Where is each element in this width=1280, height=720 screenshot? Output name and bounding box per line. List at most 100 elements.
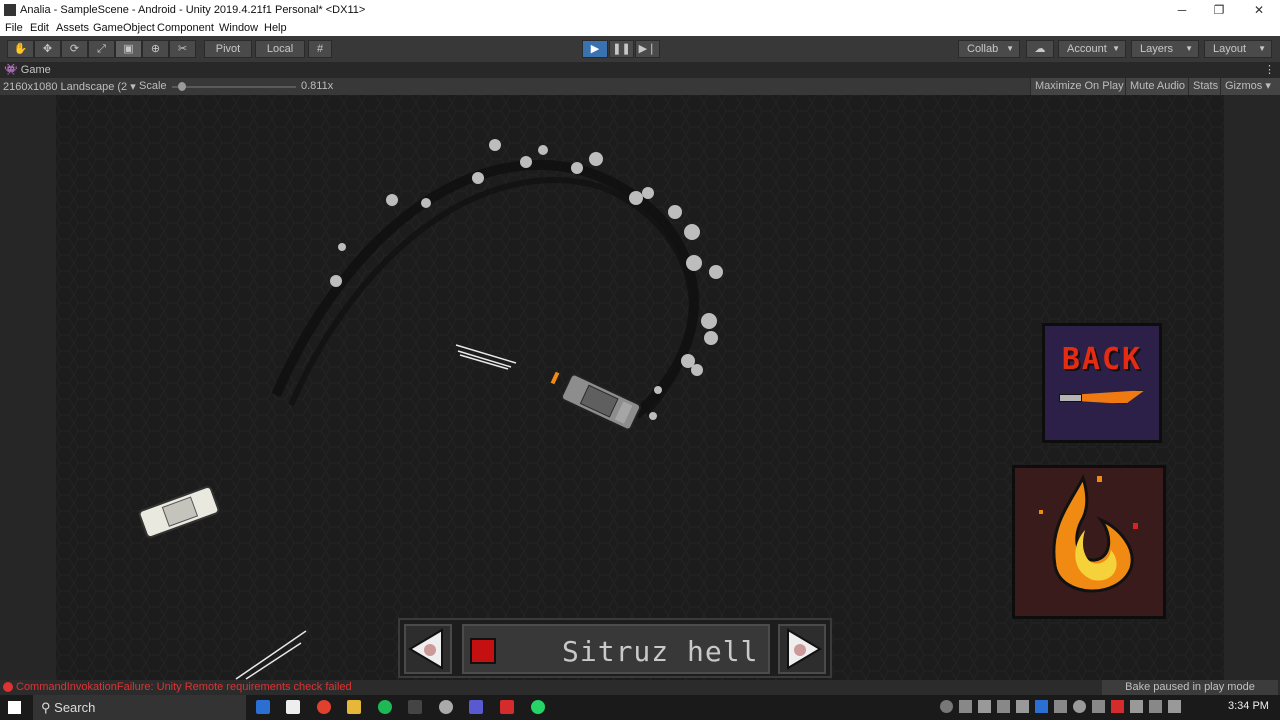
stats-toggle[interactable]: Stats bbox=[1188, 78, 1223, 95]
tray-icon[interactable] bbox=[1092, 700, 1105, 713]
bake-status: Bake paused in play mode bbox=[1102, 680, 1278, 695]
arrow-left-icon bbox=[408, 628, 443, 670]
menu-bar: File Edit Assets GameObject Component Wi… bbox=[0, 20, 1280, 36]
red-app-icon[interactable] bbox=[500, 700, 514, 714]
letterbox-right bbox=[1224, 95, 1280, 680]
play-button[interactable]: ▶ bbox=[582, 40, 608, 58]
hand-tool-icon[interactable]: ✋ bbox=[7, 40, 34, 58]
menu-file[interactable]: File bbox=[5, 22, 23, 34]
transform-tool-icon[interactable]: ⊕ bbox=[142, 40, 169, 58]
steam-icon[interactable] bbox=[256, 700, 270, 714]
windows-start-icon[interactable] bbox=[8, 701, 21, 714]
rotate-tool-icon[interactable]: ⟳ bbox=[61, 40, 88, 58]
search-icon: ⚲ bbox=[41, 700, 51, 715]
error-icon bbox=[3, 682, 13, 692]
chevron-down-icon: ▼ bbox=[1258, 44, 1266, 53]
tray-icon[interactable] bbox=[1073, 700, 1086, 713]
next-car-button[interactable] bbox=[778, 624, 826, 674]
layout-dropdown[interactable]: Layout ▼ bbox=[1204, 40, 1272, 58]
unity-editor-icon[interactable] bbox=[408, 700, 422, 714]
taskbar-search[interactable]: ⚲ Search bbox=[33, 695, 246, 720]
chrome-icon[interactable] bbox=[317, 700, 331, 714]
tab-game[interactable]: 👾 Game bbox=[4, 63, 51, 76]
game-view-toolbar: 2160x1080 Landscape (2 ▾ Scale 0.811x Ma… bbox=[0, 78, 1280, 95]
arrow-right-icon bbox=[787, 628, 822, 670]
chevron-down-icon: ▼ bbox=[1112, 44, 1120, 53]
scale-slider-handle[interactable] bbox=[177, 82, 186, 91]
move-tool-icon[interactable]: ✥ bbox=[34, 40, 61, 58]
volume-icon[interactable] bbox=[1149, 700, 1162, 713]
custom-tool-icon[interactable]: ✂ bbox=[169, 40, 196, 58]
scale-label: Scale bbox=[139, 80, 167, 92]
tray-icon[interactable] bbox=[997, 700, 1010, 713]
search-placeholder: Search bbox=[54, 700, 96, 715]
taskbar-clock[interactable]: 3:34 PM bbox=[1228, 700, 1269, 712]
car-color-swatch bbox=[470, 638, 496, 664]
back-button[interactable]: BACK bbox=[1042, 323, 1162, 443]
bluetooth-icon[interactable] bbox=[1035, 700, 1048, 713]
gizmos-label: Gizmos bbox=[1225, 80, 1263, 92]
previous-car-button[interactable] bbox=[404, 624, 452, 674]
menu-component[interactable]: Component bbox=[157, 22, 214, 34]
unity-app-icon bbox=[4, 4, 16, 16]
step-button[interactable]: ▶❘ bbox=[635, 40, 660, 58]
menu-help[interactable]: Help bbox=[264, 22, 287, 34]
file-explorer-icon[interactable] bbox=[347, 700, 361, 714]
flaming-knife-icon bbox=[1081, 390, 1145, 404]
windows-taskbar: ⚲ Search 3:34 PM bbox=[0, 695, 1280, 720]
layers-dropdown[interactable]: Layers ▼ bbox=[1131, 40, 1199, 58]
tray-icon[interactable] bbox=[959, 700, 972, 713]
grid-snap-icon[interactable]: # bbox=[308, 40, 332, 58]
wifi-icon[interactable] bbox=[1130, 700, 1143, 713]
mute-audio-toggle[interactable]: Mute Audio bbox=[1125, 78, 1190, 95]
game-viewport[interactable]: BACK bbox=[56, 95, 1224, 680]
letterbox-left bbox=[0, 95, 56, 680]
menu-gameobject[interactable]: GameObject bbox=[93, 22, 155, 34]
resolution-dropdown[interactable]: 2160x1080 Landscape (2 ▾ bbox=[3, 80, 136, 93]
tab-game-label: Game bbox=[20, 64, 51, 76]
menu-window[interactable]: Window bbox=[219, 22, 258, 34]
car-name: Sitruz hell bbox=[562, 635, 759, 668]
minimize-button[interactable]: ─ bbox=[1168, 2, 1196, 18]
close-button[interactable]: ✕ bbox=[1245, 2, 1273, 18]
tray-icon[interactable] bbox=[1016, 700, 1029, 713]
tray-icon[interactable] bbox=[940, 700, 953, 713]
maximize-button[interactable]: ❐ bbox=[1205, 2, 1233, 18]
scale-value: 0.811x bbox=[301, 80, 334, 92]
account-dropdown[interactable]: Account ▼ bbox=[1058, 40, 1126, 58]
window-title: Analia - SampleScene - Android - Unity 2… bbox=[20, 4, 366, 16]
tray-icon[interactable] bbox=[1054, 700, 1067, 713]
obs-icon[interactable] bbox=[439, 700, 453, 714]
knife-handle-icon bbox=[1059, 394, 1083, 402]
menu-assets[interactable]: Assets bbox=[56, 22, 89, 34]
scale-slider-track[interactable] bbox=[172, 86, 296, 88]
tray-icon[interactable] bbox=[1111, 700, 1124, 713]
resolution-label: 2160x1080 Landscape (2 bbox=[3, 81, 128, 93]
error-message[interactable]: CommandInvokationFailure: Unity Remote r… bbox=[16, 681, 352, 693]
unity-hub-icon[interactable] bbox=[286, 700, 300, 714]
spotify-icon[interactable] bbox=[378, 700, 392, 714]
menu-edit[interactable]: Edit bbox=[30, 22, 49, 34]
maximize-on-play-toggle[interactable]: Maximize On Play bbox=[1030, 78, 1128, 95]
game-tab-bar: 👾 Game ⋮ bbox=[0, 62, 1280, 78]
collab-dropdown[interactable]: Collab ▼ bbox=[958, 40, 1020, 58]
rect-tool-icon[interactable]: ▣ bbox=[115, 40, 142, 58]
whatsapp-icon[interactable] bbox=[531, 700, 545, 714]
pen-icon[interactable] bbox=[1168, 700, 1181, 713]
local-toggle[interactable]: Local bbox=[255, 40, 305, 58]
scale-tool-icon[interactable]: ⤢ bbox=[88, 40, 115, 58]
fire-ability-button[interactable] bbox=[1012, 465, 1166, 619]
cloud-icon[interactable]: ☁ bbox=[1026, 40, 1054, 58]
window-title-bar: Analia - SampleScene - Android - Unity 2… bbox=[0, 0, 1280, 20]
tab-menu-icon[interactable]: ⋮ bbox=[1264, 63, 1275, 76]
image-app-icon[interactable] bbox=[469, 700, 483, 714]
system-tray bbox=[940, 700, 1220, 714]
chevron-down-icon: ▼ bbox=[1185, 44, 1193, 53]
console-status-bar[interactable]: CommandInvokationFailure: Unity Remote r… bbox=[0, 680, 1280, 695]
tray-icon[interactable] bbox=[978, 700, 991, 713]
gizmos-dropdown[interactable]: Gizmos ▾ bbox=[1220, 78, 1280, 95]
layout-label: Layout bbox=[1213, 43, 1247, 55]
pivot-toggle[interactable]: Pivot bbox=[204, 40, 252, 58]
layers-label: Layers bbox=[1140, 43, 1174, 55]
pause-button[interactable]: ❚❚ bbox=[609, 40, 634, 58]
